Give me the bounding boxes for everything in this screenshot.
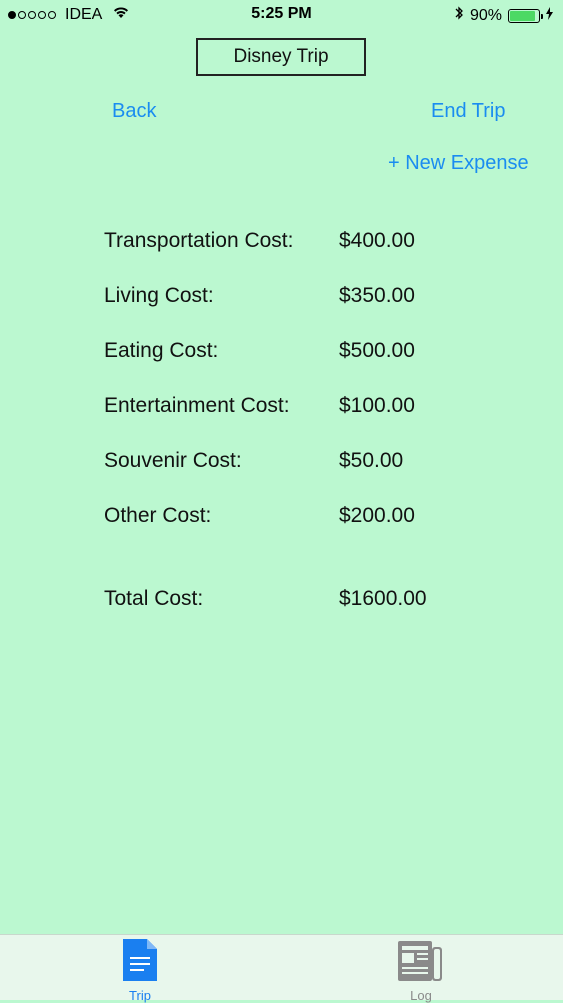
cost-label: Entertainment Cost: [104, 394, 290, 417]
new-expense-button[interactable]: + New Expense [388, 152, 529, 175]
cost-label: Living Cost: [104, 284, 214, 307]
battery-percent: 90% [469, 6, 502, 24]
charging-icon [546, 6, 553, 25]
cost-value: $100.00 [339, 394, 415, 417]
tab-log-label: Log [410, 988, 432, 1003]
tab-trip[interactable]: Trip [100, 939, 180, 1003]
tab-log[interactable]: Log [381, 939, 461, 1003]
cost-value: $500.00 [339, 339, 415, 362]
newspaper-icon [381, 939, 461, 986]
cost-value: $200.00 [339, 504, 415, 527]
cost-value: $50.00 [339, 449, 404, 472]
total-cost-row: Total Cost: $1600.00 [104, 587, 504, 617]
end-trip-button[interactable]: End Trip [431, 100, 505, 123]
status-bar: IDEA 5:25 PM 90% [0, 0, 563, 30]
cost-label: Other Cost: [104, 504, 212, 527]
cost-row-eating: Eating Cost: $500.00 [104, 339, 504, 369]
tab-bar: Trip Log [0, 934, 563, 1003]
cost-row-transportation: Transportation Cost: $400.00 [104, 229, 504, 259]
back-button[interactable]: Back [112, 100, 156, 123]
trip-title: Disney Trip [196, 38, 366, 76]
status-right: 90% [454, 5, 553, 26]
document-icon [100, 939, 180, 986]
total-cost-value: $1600.00 [339, 587, 427, 610]
cost-value: $350.00 [339, 284, 415, 307]
battery-icon [508, 8, 543, 23]
cost-row-entertainment: Entertainment Cost: $100.00 [104, 394, 504, 424]
tab-trip-label: Trip [129, 988, 151, 1003]
cost-label: Transportation Cost: [104, 229, 294, 252]
cost-row-souvenir: Souvenir Cost: $50.00 [104, 449, 504, 479]
total-cost-label: Total Cost: [104, 587, 204, 610]
bluetooth-icon [454, 5, 464, 26]
cost-row-living: Living Cost: $350.00 [104, 284, 504, 314]
battery-nub [541, 13, 543, 19]
cost-label: Eating Cost: [104, 339, 219, 362]
cost-label: Souvenir Cost: [104, 449, 242, 472]
battery-fill [510, 10, 536, 21]
cost-value: $400.00 [339, 229, 415, 252]
cost-row-other: Other Cost: $200.00 [104, 504, 504, 534]
